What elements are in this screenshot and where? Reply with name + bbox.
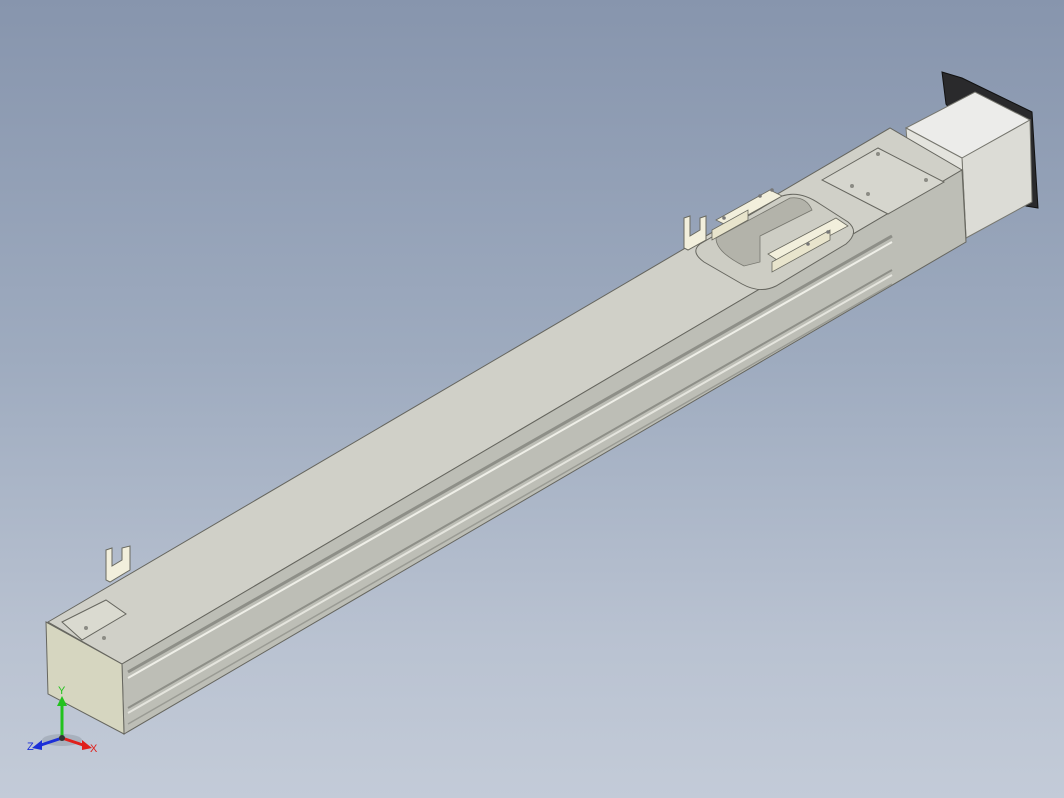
rear-block-screw (924, 178, 928, 182)
triad-origin (59, 735, 65, 741)
y-axis-arrow (57, 696, 67, 706)
profile-slot-upper (127, 234, 893, 674)
clamp-screw (722, 216, 726, 220)
z-axis-label: Z (27, 741, 34, 753)
profile-slot-upper-hl (127, 241, 893, 679)
y-axis-label: Y (58, 685, 66, 697)
end-cap-screw (102, 636, 106, 640)
profile-side-face (121, 169, 967, 735)
clamp-screw (770, 188, 774, 192)
cad-viewport[interactable]: Y X Z (0, 0, 1064, 798)
clamp-screw (806, 242, 810, 246)
rear-block-screw (876, 152, 880, 156)
rear-block-screw (866, 192, 870, 196)
rear-block-screw (850, 184, 854, 188)
x-axis-label: X (90, 743, 98, 754)
clamp-screw (758, 194, 762, 198)
profile-bottom-edge (127, 283, 893, 725)
coordinate-triad[interactable]: Y X Z (26, 682, 106, 754)
profile-slot-lower-hl (127, 274, 893, 714)
clamp-screw (826, 230, 830, 234)
linear-actuator-model[interactable] (0, 0, 1064, 798)
profile-slot-lower (127, 269, 893, 709)
end-cap-screw (84, 626, 88, 630)
